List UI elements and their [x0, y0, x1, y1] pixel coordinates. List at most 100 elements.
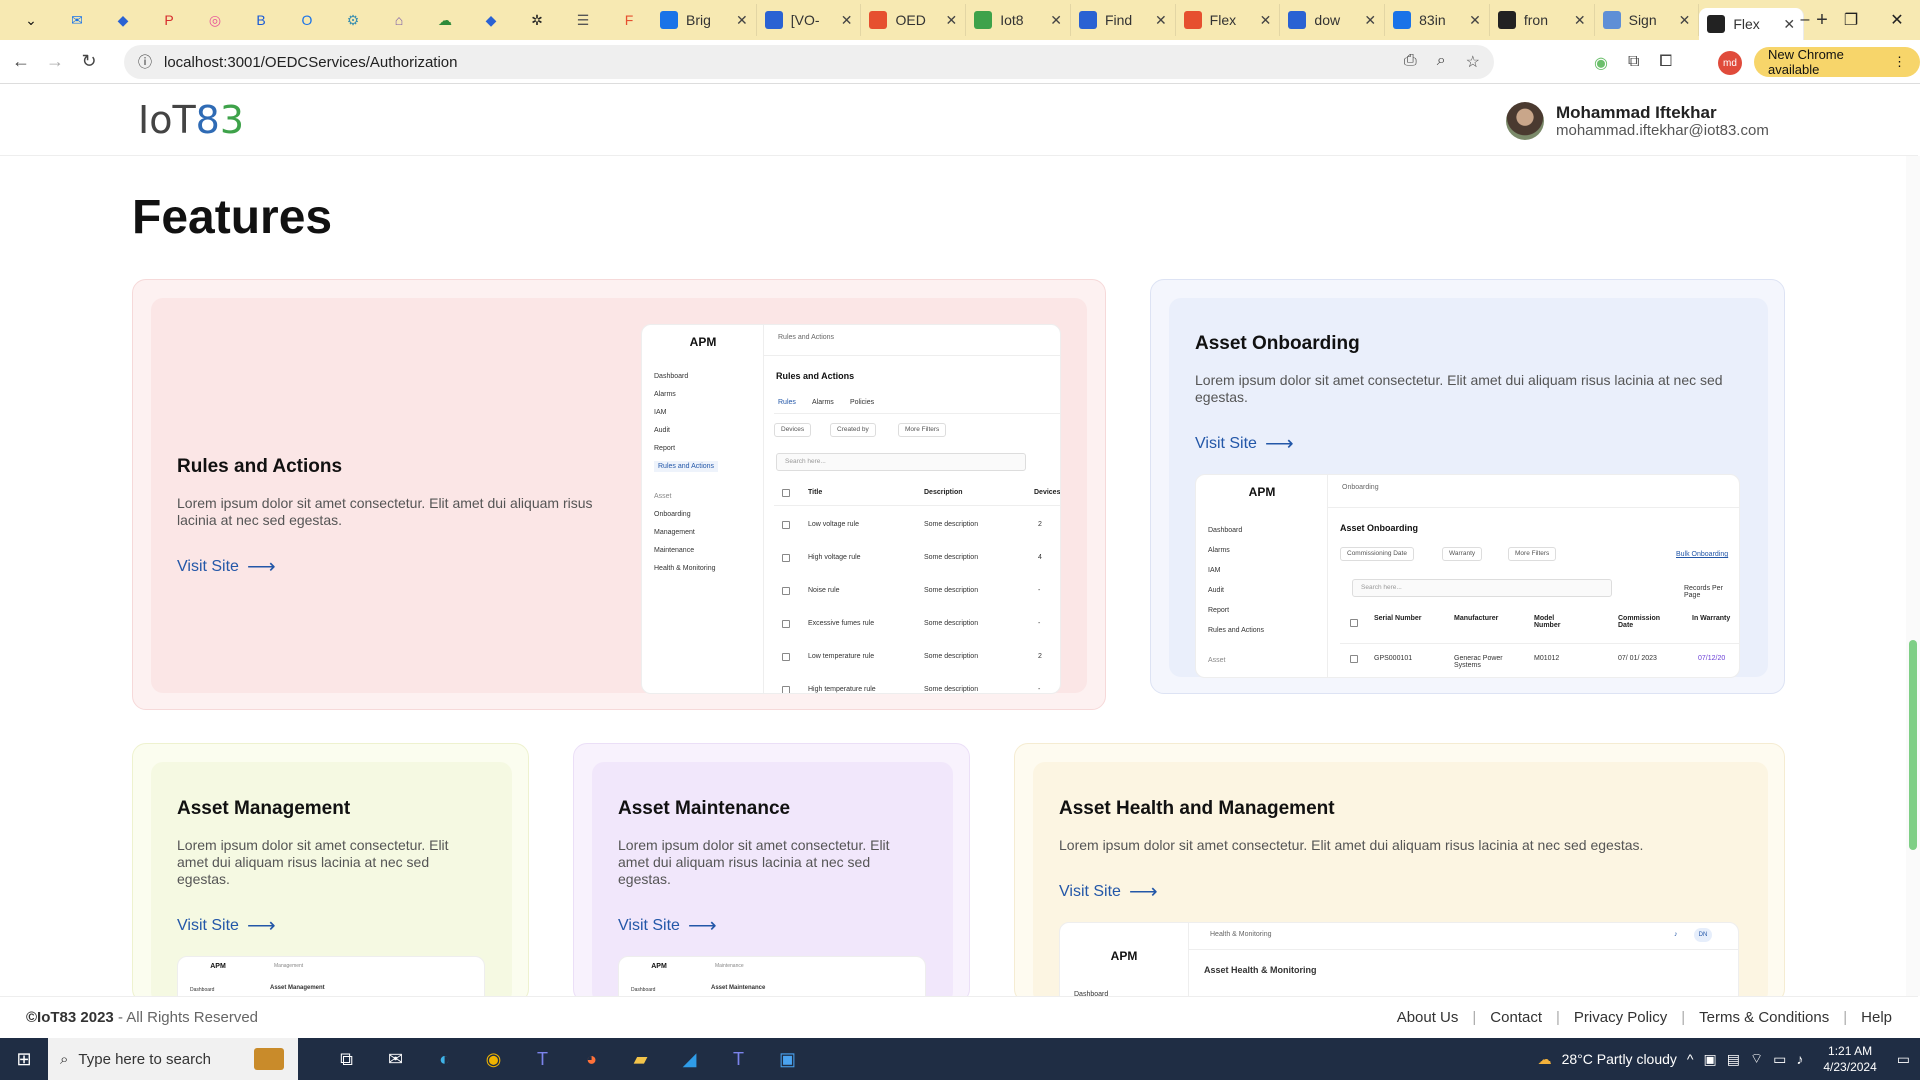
visit-site-link[interactable]: Visit Site ⟶	[177, 913, 276, 938]
site-info-icon[interactable]: ⓘ	[138, 52, 152, 72]
edge-icon[interactable]: ◐	[420, 1038, 469, 1080]
windows-start-icon[interactable]: ⊞	[0, 1038, 48, 1080]
tab-close-icon[interactable]: ✕	[1574, 12, 1586, 29]
chrome-icon[interactable]: ◉	[469, 1038, 518, 1080]
battery-icon[interactable]: ▭	[1773, 1051, 1786, 1068]
visit-site-link[interactable]: Visit Site ⟶	[1195, 431, 1294, 456]
pinned-tab-dribbble-icon[interactable]: ◎	[200, 5, 230, 35]
preview-nav-item-active: Rules and Actions	[654, 461, 719, 472]
chevron-up-icon[interactable]: ^	[1687, 1051, 1694, 1067]
card-description: Lorem ipsum dolor sit amet consectetur. …	[177, 495, 593, 528]
tab-title: Iot8	[1000, 12, 1024, 28]
photos-icon[interactable]: ▣	[763, 1038, 812, 1080]
tab-close-icon[interactable]: ✕	[1469, 12, 1481, 29]
browser-tab[interactable]: Flex ✕	[1176, 4, 1281, 36]
clock[interactable]: 1:21 AM 4/23/2024	[1823, 1043, 1876, 1075]
back-arrow-icon[interactable]: ←	[4, 51, 38, 72]
profile-avatar[interactable]: md	[1718, 51, 1742, 75]
tab-close-icon[interactable]: ✕	[736, 12, 748, 29]
arrow-right-icon: ⟶	[1264, 433, 1294, 455]
visit-site-link[interactable]: Visit Site ⟶	[1059, 879, 1158, 904]
browser-tab[interactable]: OED ✕	[861, 4, 967, 36]
footer-link-terms[interactable]: Terms & Conditions	[1699, 1009, 1829, 1026]
extension-grammarly-icon[interactable]: ◉	[1594, 53, 1608, 73]
forward-arrow-icon[interactable]: →	[38, 51, 72, 72]
taskbar-search-box[interactable]: ⌕ Type here to search	[48, 1038, 298, 1080]
browser-tab[interactable]: dow ✕	[1280, 4, 1386, 36]
tray-app-icon[interactable]: ▣	[1704, 1051, 1717, 1068]
task-view-icon[interactable]: ⧉	[322, 1038, 371, 1080]
browser-tab[interactable]: Iot8 ✕	[966, 4, 1071, 36]
minimize-icon[interactable]: –	[1782, 0, 1828, 40]
scrollbar-thumb[interactable]	[1909, 640, 1917, 850]
reload-icon[interactable]: ↻	[72, 51, 106, 72]
tab-close-icon[interactable]: ✕	[1364, 12, 1376, 29]
wifi-icon[interactable]: ⌔	[1750, 1050, 1763, 1068]
pinned-tab-gear-icon[interactable]: ⚙	[338, 5, 368, 35]
tab-close-icon[interactable]: ✕	[1679, 12, 1691, 29]
preview-col-header: Devices	[1034, 489, 1061, 496]
pinned-tab-outlook2-icon[interactable]: O	[292, 5, 322, 35]
weather-text[interactable]: 28°C Partly cloudy	[1562, 1051, 1677, 1067]
install-app-icon[interactable]: ⎙	[1404, 52, 1417, 72]
tray-app2-icon[interactable]: ▤	[1727, 1051, 1740, 1068]
teams2-icon[interactable]: T	[714, 1038, 763, 1080]
restore-icon[interactable]: ❐	[1828, 0, 1874, 40]
preview-cell: 07/ 01/ 2023	[1618, 655, 1657, 662]
tab-close-icon[interactable]: ✕	[1050, 12, 1062, 29]
url-text[interactable]: localhost:3001/OEDCServices/Authorizatio…	[164, 54, 457, 71]
chrome-update-button[interactable]: New Chrome available ⋮	[1754, 47, 1920, 77]
tab-close-icon[interactable]: ✕	[841, 12, 853, 29]
tab-close-icon[interactable]: ✕	[1155, 12, 1167, 29]
pinned-tab-outlook-icon[interactable]: ✉	[62, 5, 92, 35]
teams-icon[interactable]: T	[518, 1038, 567, 1080]
browser-tab[interactable]: Sign ✕	[1595, 4, 1700, 36]
volume-icon[interactable]: ♪	[1796, 1051, 1803, 1067]
pinned-tab-diamond-icon[interactable]: ◆	[108, 5, 138, 35]
extension-puzzle-icon[interactable]: ⧉	[1628, 53, 1639, 73]
pinned-tab-pinterest-icon[interactable]: P	[154, 5, 184, 35]
footer-link-contact[interactable]: Contact	[1490, 1009, 1542, 1026]
notifications-icon[interactable]: ▭	[1897, 1051, 1910, 1068]
footer-link-privacy[interactable]: Privacy Policy	[1574, 1009, 1667, 1026]
vscode-icon[interactable]: ◢	[665, 1038, 714, 1080]
tab-search-icon[interactable]: ⌄	[16, 5, 46, 35]
visit-site-link[interactable]: Visit Site ⟶	[177, 554, 276, 579]
browser-tab[interactable]: fron ✕	[1490, 4, 1595, 36]
iot83-logo[interactable]: IoT83	[138, 98, 244, 142]
tab-close-icon[interactable]: ✕	[945, 12, 957, 29]
arrow-right-icon: ⟶	[246, 915, 276, 937]
page-scrollbar[interactable]	[1906, 156, 1920, 996]
pinned-tab-behance-icon[interactable]: B	[246, 5, 276, 35]
footer-link-help[interactable]: Help	[1861, 1009, 1892, 1026]
extensions-menu-icon[interactable]: ⧠	[1659, 53, 1672, 73]
pinned-tab-figma-icon[interactable]: F	[614, 5, 644, 35]
chrome-update-label: New Chrome available	[1768, 47, 1844, 77]
tab-favicon-icon	[1288, 11, 1307, 29]
mail-icon[interactable]: ✉	[371, 1038, 420, 1080]
close-window-icon[interactable]: ✕	[1874, 0, 1920, 40]
url-field[interactable]: ⓘ localhost:3001/OEDCServices/Authorizat…	[124, 45, 1494, 79]
checkbox	[1350, 619, 1358, 627]
pinned-tab-cloud-icon[interactable]: ☁	[430, 5, 460, 35]
divider	[774, 413, 1060, 414]
preview-cell: 4	[1038, 554, 1042, 561]
pinned-tab-openai-icon[interactable]: ✲	[522, 5, 552, 35]
firefox-icon[interactable]: ◕	[567, 1038, 616, 1080]
browser-tab[interactable]: Brig ✕	[652, 4, 757, 36]
pinned-tab-menu-icon[interactable]: ☰	[568, 5, 598, 35]
browser-tab[interactable]: 83in ✕	[1385, 4, 1490, 36]
bookmark-star-icon[interactable]: ☆	[1466, 52, 1480, 72]
visit-site-link[interactable]: Visit Site ⟶	[618, 913, 717, 938]
footer-link-about[interactable]: About Us	[1397, 1009, 1459, 1026]
zoom-icon[interactable]: ⌕	[1437, 52, 1446, 72]
weather-icon[interactable]: ☁	[1538, 1051, 1552, 1068]
browser-tab[interactable]: [VO- ✕	[757, 4, 862, 36]
tab-close-icon[interactable]: ✕	[1260, 12, 1272, 29]
file-explorer-icon[interactable]: ▰	[616, 1038, 665, 1080]
pinned-tab-web-icon[interactable]: ⌂	[384, 5, 414, 35]
pinned-tab-diamond2-icon[interactable]: ◆	[476, 5, 506, 35]
browser-tab[interactable]: Find ✕	[1071, 4, 1176, 36]
preview-search: Search here...	[1352, 579, 1612, 597]
user-avatar[interactable]	[1506, 102, 1544, 140]
